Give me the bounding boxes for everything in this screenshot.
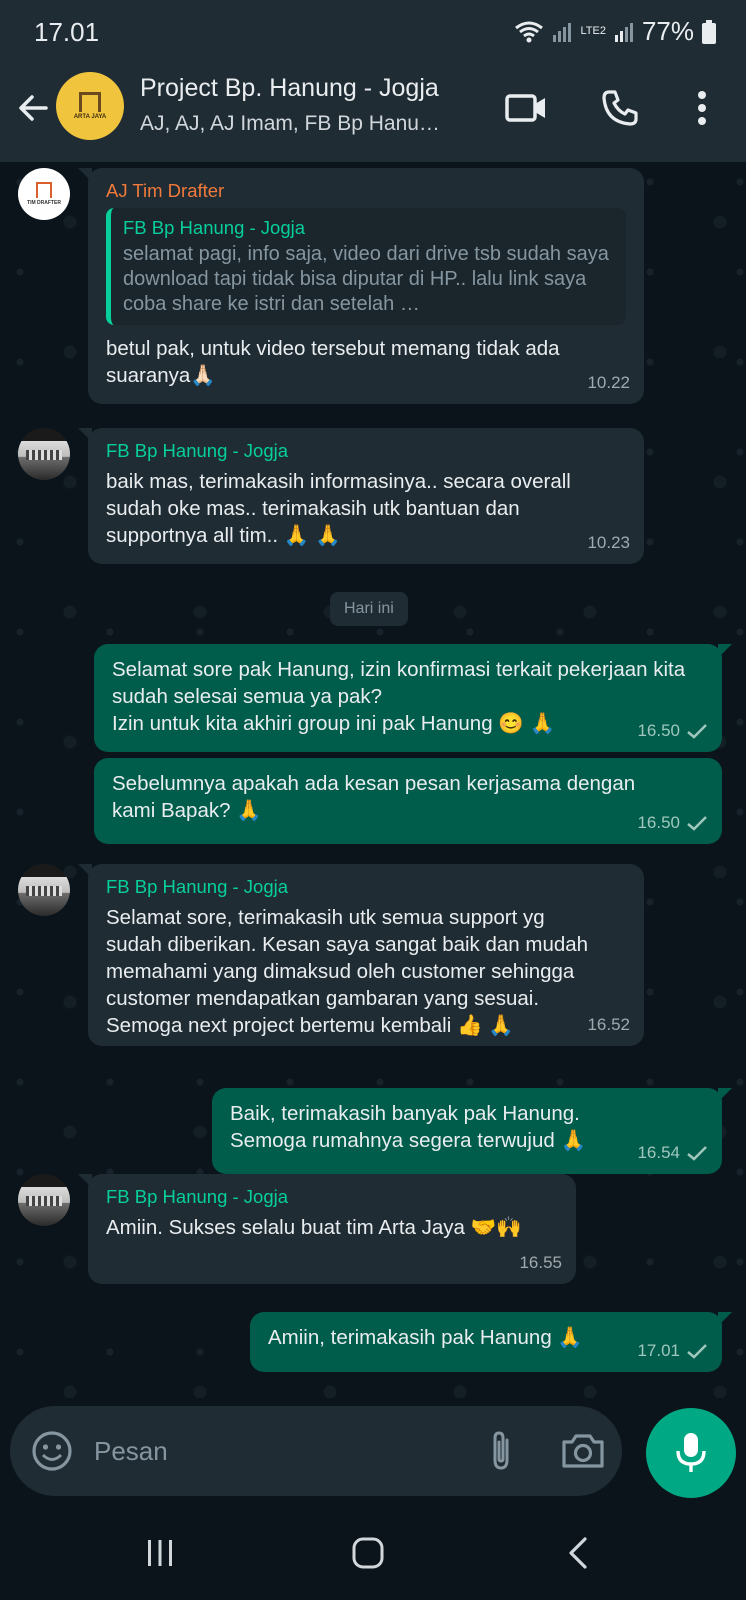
check-icon — [687, 1343, 707, 1359]
signal-icon — [553, 22, 572, 42]
message-text: Amiin. Sukses selalu buat tim Arta Jaya … — [106, 1216, 522, 1239]
chat-area[interactable]: TIM DRAFTER AJ Tim Drafter FB Bp Hanung … — [0, 162, 746, 1398]
message-meta: 16.55 — [519, 1249, 562, 1276]
message-sender[interactable]: FB Bp Hanung - Jogja — [106, 440, 626, 462]
quoted-text: selamat pagi, info saja, video dari driv… — [123, 243, 609, 315]
sender-avatar[interactable] — [18, 428, 70, 480]
quoted-sender: FB Bp Hanung - Jogja — [123, 217, 306, 238]
chat-header: ARTA JAYA Project Bp. Hanung - Jogja AJ,… — [0, 62, 746, 162]
status-indicators: LTE2 77% — [514, 16, 716, 47]
group-members[interactable]: AJ, AJ, AJ Imam, FB Bp Hanu… — [140, 112, 440, 136]
message-bubble-outgoing[interactable]: Baik, terimakasih banyak pak Hanung. Sem… — [212, 1088, 732, 1174]
message-sender[interactable]: AJ Tim Drafter — [106, 180, 626, 202]
message-bubble-incoming[interactable]: FB Bp Hanung - Jogja baik mas, terimakas… — [78, 428, 644, 564]
message-meta: 17.01 — [637, 1337, 708, 1364]
check-icon — [687, 1145, 707, 1161]
voice-call-icon[interactable] — [596, 84, 644, 132]
message-time: 16.54 — [637, 1143, 680, 1162]
date-divider: Hari ini — [330, 592, 408, 626]
message-sender[interactable]: FB Bp Hanung - Jogja — [106, 876, 626, 898]
sender-avatar[interactable] — [18, 1174, 70, 1226]
message-sender[interactable]: FB Bp Hanung - Jogja — [106, 1186, 558, 1208]
message-text: Selamat sore, terimakasih utk semua supp… — [106, 906, 589, 1037]
message-text: Amiin, terimakasih pak Hanung 🙏 — [268, 1326, 583, 1349]
video-call-icon[interactable] — [502, 84, 550, 132]
message-text: Selamat sore pak Hanung, izin konfirmasi… — [112, 658, 686, 735]
group-avatar-label: ARTA JAYA — [73, 114, 107, 120]
check-icon — [687, 815, 707, 831]
system-navigation-bar — [0, 1506, 746, 1600]
message-bubble-outgoing[interactable]: Sebelumnya apakah ada kesan pesan kerjas… — [94, 758, 722, 844]
check-icon — [687, 723, 707, 739]
status-bar: 17.01 LTE2 77% — [0, 0, 746, 62]
message-meta: 16.52 — [587, 1011, 630, 1038]
message-time: 16.50 — [637, 813, 680, 832]
tim-drafter-logo-icon — [36, 182, 52, 198]
home-icon[interactable] — [338, 1526, 398, 1580]
message-text: baik mas, terimakasih informasinya.. sec… — [106, 470, 571, 547]
message-time: 17.01 — [637, 1341, 680, 1360]
message-bubble-incoming[interactable]: FB Bp Hanung - Jogja Selamat sore, terim… — [78, 864, 644, 1046]
message-bubble-outgoing[interactable]: Selamat sore pak Hanung, izin konfirmasi… — [94, 644, 732, 752]
message-meta: 16.54 — [637, 1139, 708, 1166]
message-meta: 10.23 — [587, 529, 630, 556]
message-time: 10.22 — [587, 373, 630, 392]
quoted-message[interactable]: FB Bp Hanung - Jogja selamat pagi, info … — [106, 208, 626, 325]
message-text: betul pak, untuk video tersebut memang t… — [106, 337, 560, 387]
mic-icon[interactable] — [646, 1408, 736, 1498]
message-meta: 16.50 — [637, 717, 708, 744]
message-bubble-outgoing[interactable]: Amiin, terimakasih pak Hanung 🙏 17.01 — [250, 1312, 732, 1372]
attach-icon[interactable] — [480, 1430, 522, 1472]
message-meta: 16.50 — [637, 809, 708, 836]
building-logo-icon — [79, 92, 101, 112]
emoji-icon[interactable] — [30, 1429, 74, 1473]
battery-icon — [702, 19, 716, 44]
network-type: LTE2 — [580, 25, 606, 37]
group-avatar[interactable]: ARTA JAYA — [56, 72, 124, 140]
message-meta: 10.22 — [587, 369, 630, 396]
message-bubble-incoming[interactable]: AJ Tim Drafter FB Bp Hanung - Jogja sela… — [78, 168, 644, 404]
avatar-label: TIM DRAFTER — [27, 200, 61, 206]
message-input[interactable] — [94, 1430, 474, 1472]
recent-apps-icon[interactable] — [130, 1526, 190, 1580]
camera-icon[interactable] — [560, 1430, 606, 1472]
signal-icon-2 — [614, 22, 633, 42]
sender-avatar[interactable] — [18, 864, 70, 916]
message-bubble-incoming[interactable]: FB Bp Hanung - Jogja Amiin. Sukses selal… — [78, 1174, 576, 1284]
message-text: Baik, terimakasih banyak pak Hanung. Sem… — [230, 1102, 586, 1152]
status-time: 17.01 — [34, 17, 100, 47]
wifi-icon — [515, 21, 544, 42]
message-time: 16.50 — [637, 721, 680, 740]
message-text: Sebelumnya apakah ada kesan pesan kerjas… — [112, 772, 636, 822]
back-nav-icon[interactable] — [548, 1526, 608, 1580]
message-time: 16.55 — [519, 1253, 562, 1272]
group-title[interactable]: Project Bp. Hanung - Jogja — [140, 74, 439, 103]
message-time: 10.23 — [587, 533, 630, 552]
message-time: 16.52 — [587, 1015, 630, 1034]
more-options-icon[interactable] — [678, 84, 726, 132]
battery-level: 77% — [641, 16, 694, 46]
message-composer — [10, 1406, 622, 1496]
sender-avatar[interactable]: TIM DRAFTER — [18, 168, 70, 220]
back-arrow-icon[interactable] — [14, 88, 54, 128]
